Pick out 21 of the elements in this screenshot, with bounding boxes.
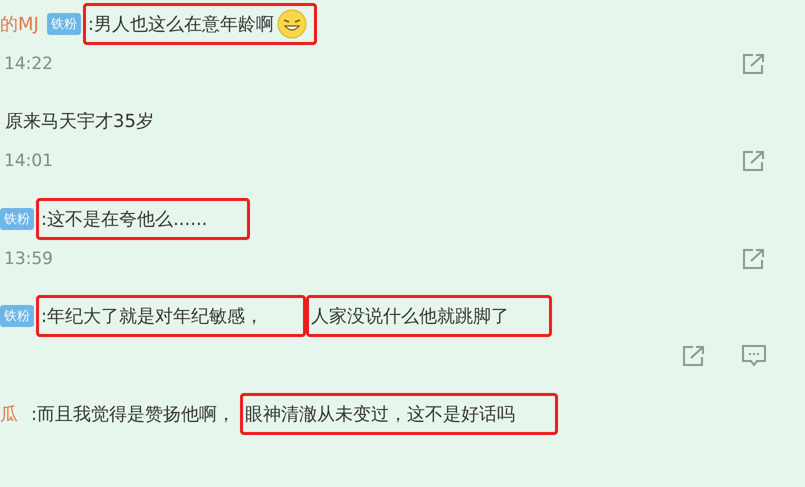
highlighted-comment-text: :男人也这么在意年龄啊 (82, 3, 317, 45)
share-icon[interactable] (681, 344, 707, 368)
comment-text: :而且我觉得是赞扬他啊， (30, 402, 236, 427)
grinning-emoji-icon (276, 9, 307, 39)
user-name[interactable]: 瓜 (0, 402, 18, 426)
highlighted-comment-text: 人家没说什么他就跳脚了 (306, 295, 552, 338)
fan-badge: 铁粉 (0, 208, 34, 230)
comment-time: 14:22 (4, 54, 53, 74)
share-icon[interactable] (741, 149, 767, 174)
share-icon[interactable] (741, 52, 767, 76)
comment-time: 14:01 (4, 151, 53, 172)
comment-time: 13:59 (4, 248, 53, 269)
comment-text: 原来马天宇才35岁 (4, 110, 155, 134)
share-icon[interactable] (741, 246, 767, 271)
highlighted-comment-text: :年纪大了就是对年纪敏感， (36, 295, 306, 338)
comment-icon[interactable] (741, 344, 767, 368)
fan-badge: 铁粉 (46, 13, 81, 35)
user-name[interactable]: 的MJ (0, 12, 39, 36)
highlighted-comment-text: 眼神清澈从未变过，这不是好话吗 (240, 392, 558, 435)
fan-badge: 铁粉 (0, 305, 34, 328)
highlighted-comment-text: :这不是在夸他么...... (36, 198, 250, 240)
